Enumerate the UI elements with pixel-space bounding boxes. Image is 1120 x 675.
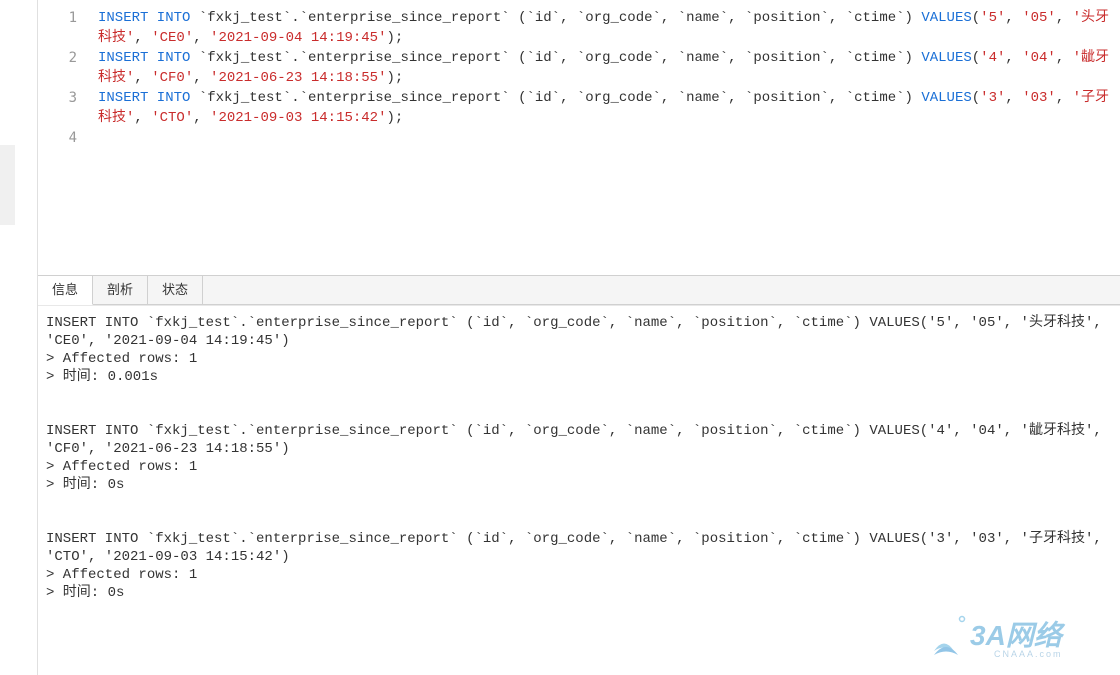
line-number: 1 (38, 8, 93, 48)
output-statement: INSERT INTO `fxkj_test`.`enterprise_sinc… (46, 314, 1112, 350)
line-number: 3 (38, 88, 93, 128)
tab-info[interactable]: 信息 (38, 276, 93, 305)
line-number: 4 (38, 128, 93, 148)
output-time: > 时间: 0.001s (46, 368, 1112, 386)
code-content[interactable]: INSERT INTO `fxkj_test`.`enterprise_sinc… (98, 8, 1110, 128)
line-number-gutter: 1 2 3 4 (38, 0, 93, 275)
sql-editor[interactable]: 1 2 3 4 INSERT INTO `fxkj_test`.`enterpr… (38, 0, 1120, 275)
output-statement: INSERT INTO `fxkj_test`.`enterprise_sinc… (46, 422, 1112, 458)
output-affected-rows: > Affected rows: 1 (46, 566, 1112, 584)
editor-left-margin (0, 0, 38, 275)
sql-statement: INSERT INTO `fxkj_test`.`enterprise_sinc… (98, 48, 1110, 88)
sql-statement: INSERT INTO `fxkj_test`.`enterprise_sinc… (98, 8, 1110, 48)
svg-text:3A网络: 3A网络 (970, 620, 1066, 651)
output-left-margin (0, 275, 38, 675)
line-number: 2 (38, 48, 93, 88)
output-statement: INSERT INTO `fxkj_test`.`enterprise_sinc… (46, 530, 1112, 566)
output-affected-rows: > Affected rows: 1 (46, 350, 1112, 368)
output-result-block: INSERT INTO `fxkj_test`.`enterprise_sinc… (46, 314, 1112, 386)
output-time: > 时间: 0s (46, 476, 1112, 494)
watermark-logo: 3A网络 CNAAA.com (932, 611, 1102, 663)
sql-statement: INSERT INTO `fxkj_test`.`enterprise_sinc… (98, 88, 1110, 128)
editor-left-margin-marker (0, 145, 15, 225)
tab-status[interactable]: 状态 (148, 276, 203, 304)
output-affected-rows: > Affected rows: 1 (46, 458, 1112, 476)
output-text: INSERT INTO `fxkj_test`.`enterprise_sinc… (46, 314, 1112, 638)
output-time: > 时间: 0s (46, 584, 1112, 602)
svg-text:CNAAA.com: CNAAA.com (994, 649, 1063, 659)
output-result-block: INSERT INTO `fxkj_test`.`enterprise_sinc… (46, 530, 1112, 602)
output-tab-bar: 信息 剖析 状态 (38, 275, 1120, 305)
output-result-block: INSERT INTO `fxkj_test`.`enterprise_sinc… (46, 422, 1112, 494)
tab-profile[interactable]: 剖析 (93, 276, 148, 304)
